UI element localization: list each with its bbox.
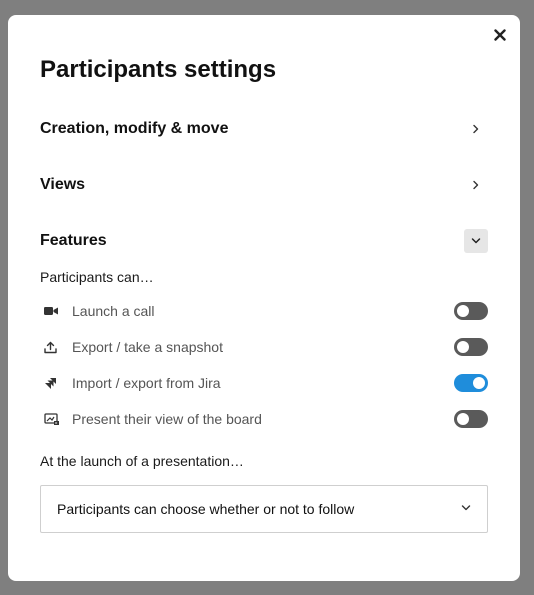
feature-row-present-view: Present their view of the board bbox=[40, 409, 488, 429]
feature-label: Export / take a snapshot bbox=[72, 339, 223, 355]
chevron-right-icon bbox=[464, 117, 488, 141]
section-label: Features bbox=[40, 232, 107, 249]
section-features[interactable]: Features bbox=[40, 229, 488, 253]
presentation-label: At the launch of a presentation… bbox=[40, 453, 244, 469]
chevron-down-icon[interactable] bbox=[464, 229, 488, 253]
section-creation-modify-move[interactable]: Creation, modify & move bbox=[40, 117, 488, 141]
video-camera-icon bbox=[40, 301, 64, 321]
upload-icon bbox=[40, 337, 64, 357]
jira-toggle[interactable] bbox=[454, 374, 488, 392]
feature-label: Import / export from Jira bbox=[72, 375, 221, 391]
participants-settings-modal: Participants settings Creation, modify &… bbox=[8, 15, 520, 581]
feature-row-export-snapshot: Export / take a snapshot bbox=[40, 337, 488, 357]
chevron-down-icon bbox=[461, 500, 471, 518]
toggle-knob bbox=[457, 413, 469, 425]
toggle-knob bbox=[457, 305, 469, 317]
feature-row-launch-call: Launch a call bbox=[40, 301, 488, 321]
feature-row-jira: Import / export from Jira bbox=[40, 373, 488, 393]
chevron-right-icon bbox=[464, 173, 488, 197]
modal-title: Participants settings bbox=[40, 56, 277, 83]
section-label: Creation, modify & move bbox=[40, 120, 229, 137]
features-intro: Participants can… bbox=[40, 269, 154, 285]
close-icon[interactable] bbox=[492, 27, 508, 43]
launch-call-toggle[interactable] bbox=[454, 302, 488, 320]
toggle-knob bbox=[473, 377, 485, 389]
present-view-icon bbox=[40, 409, 64, 429]
section-label: Views bbox=[40, 176, 86, 193]
jira-icon bbox=[40, 373, 64, 393]
present-view-toggle[interactable] bbox=[454, 410, 488, 428]
feature-label: Present their view of the board bbox=[72, 411, 262, 427]
section-views[interactable]: Views bbox=[40, 173, 488, 197]
presentation-follow-select[interactable]: Participants can choose whether or not t… bbox=[40, 485, 488, 533]
feature-label: Launch a call bbox=[72, 303, 155, 319]
select-value: Participants can choose whether or not t… bbox=[57, 501, 355, 517]
toggle-knob bbox=[457, 341, 469, 353]
export-snapshot-toggle[interactable] bbox=[454, 338, 488, 356]
